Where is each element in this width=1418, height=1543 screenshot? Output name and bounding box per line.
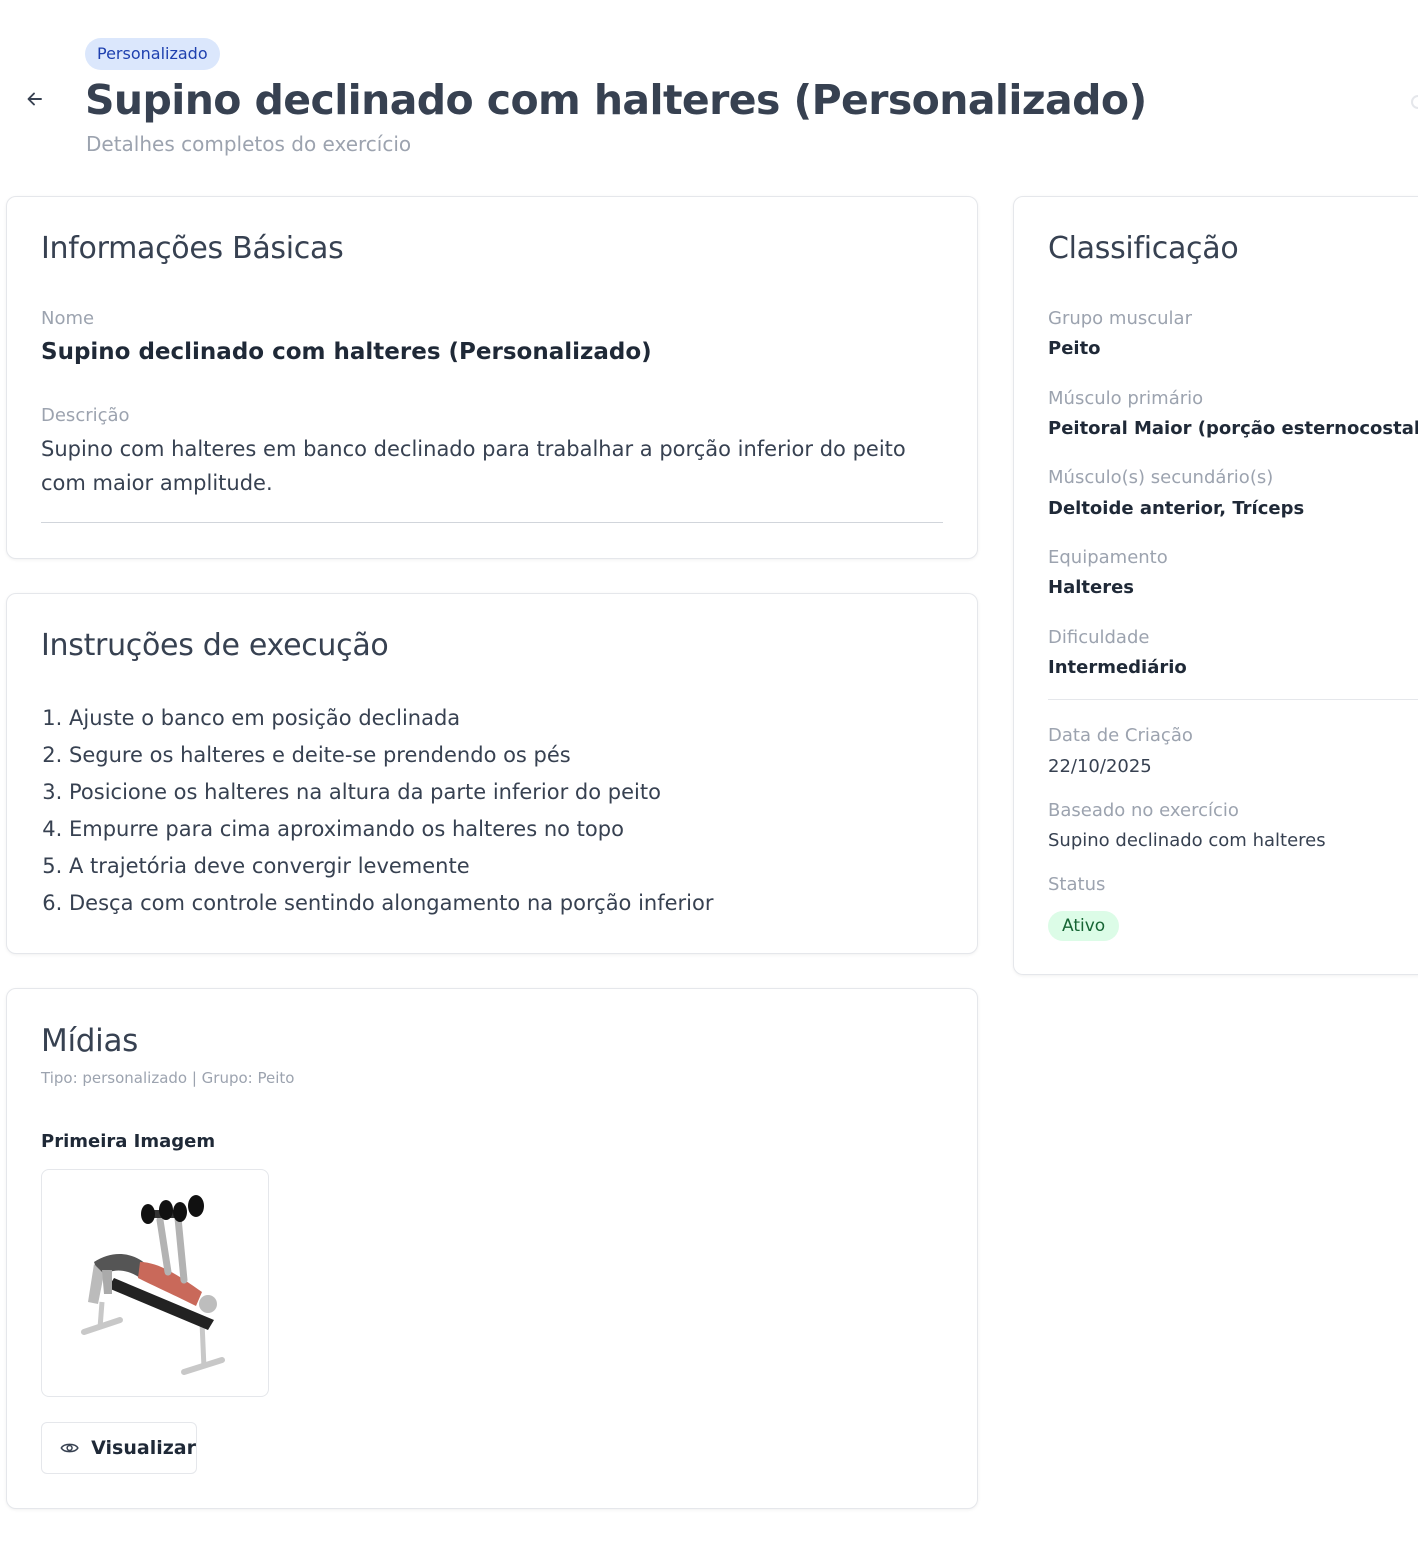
view-button-label: Visualizar [91,1437,196,1459]
status-label: Status [1048,874,1106,895]
divider [41,522,943,523]
equipment-label: Equipamento [1048,547,1168,568]
secondary-muscles-value: Deltoide anterior, Tríceps [1048,498,1305,519]
custom-badge: Personalizado [85,38,220,70]
partial-action-icon[interactable] [1404,92,1418,112]
back-button[interactable] [20,84,50,114]
instruction-step: Posicione os halteres na altura da parte… [69,774,714,811]
first-image-label: Primeira Imagem [41,1131,216,1152]
status-badge: Ativo [1048,911,1120,941]
exercise-image-thumbnail[interactable] [41,1169,269,1397]
instruction-step: Desça com controle sentindo alongamento … [69,885,714,922]
primary-muscle-label: Músculo primário [1048,388,1204,409]
instruction-step: Ajuste o banco em posição declinada [69,700,714,737]
description-value: Supino com halteres em banco declinado p… [41,437,906,495]
instructions-list: Ajuste o banco em posição declinada Segu… [41,700,714,922]
basic-info-card: Informações Básicas Nome Supino declinad… [6,196,978,559]
secondary-muscles-label: Músculo(s) secundário(s) [1048,467,1274,488]
media-card: Mídias Tipo: personalizado | Grupo: Peit… [6,988,978,1509]
divider [1048,699,1418,700]
equipment-value: Halteres [1048,577,1134,598]
page-subtitle: Detalhes completos do exercício [86,132,412,156]
classification-title: Classificação [1048,231,1239,266]
instruction-step: Empurre para cima aproximando os haltere… [69,811,714,848]
muscle-group-value: Peito [1048,338,1101,359]
created-date-value: 22/10/2025 [1048,756,1152,777]
eye-icon [60,1443,79,1453]
based-on-label: Baseado no exercício [1048,800,1239,821]
media-meta: Tipo: personalizado | Grupo: Peito [41,1069,295,1087]
muscle-group-label: Grupo muscular [1048,308,1192,329]
instructions-title: Instruções de execução [41,628,389,663]
media-title: Mídias [41,1023,138,1059]
created-date-label: Data de Criação [1048,725,1193,746]
based-on-value: Supino declinado com halteres [1048,830,1326,851]
description-label: Descrição [41,405,130,426]
instruction-step: A trajetória deve convergir levemente [69,848,714,885]
difficulty-label: Dificuldade [1048,627,1150,648]
name-label: Nome [41,308,95,329]
page-header: Personalizado Supino declinado com halte… [0,0,1418,190]
difficulty-value: Intermediário [1048,657,1187,678]
primary-muscle-value: Peitoral Maior (porção esternocostal) [1048,418,1418,439]
exercise-illustration [81,1195,225,1375]
name-value: Supino declinado com halteres (Personali… [41,339,652,365]
page-title: Supino declinado com halteres (Personali… [85,76,1147,124]
arrow-left-icon [27,92,42,106]
instruction-step: Segure os halteres e deite-se prendendo … [69,737,714,774]
classification-card: Classificação Grupo muscular Peito Múscu… [1013,196,1418,975]
basic-info-title: Informações Básicas [41,231,344,266]
instructions-card: Instruções de execução Ajuste o banco em… [6,593,978,954]
view-button[interactable]: Visualizar [41,1422,197,1474]
